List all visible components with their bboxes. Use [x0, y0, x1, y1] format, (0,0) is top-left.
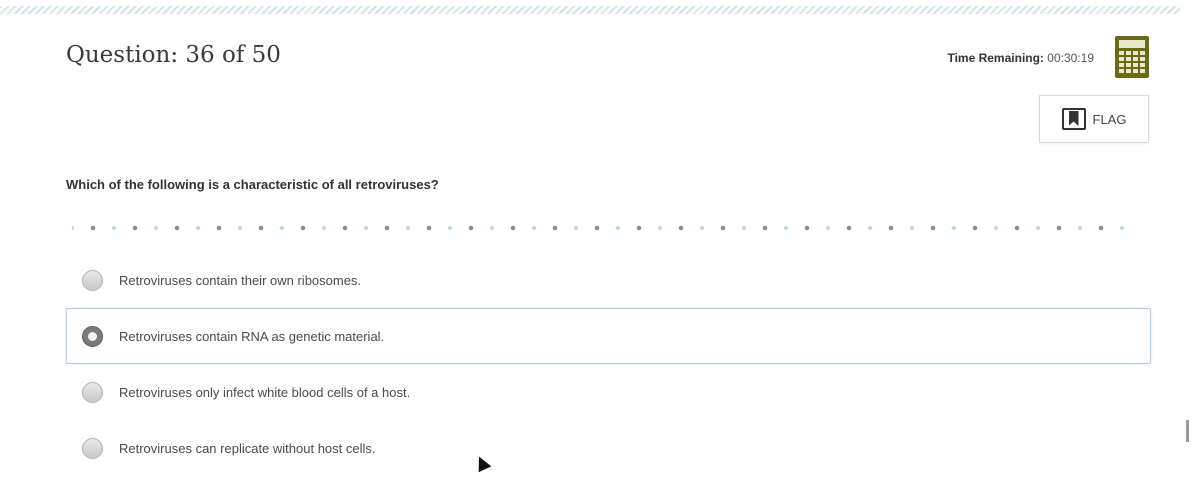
answer-option-label: Retroviruses contain RNA as genetic mate… [119, 328, 385, 344]
flag-label: FLAG [1092, 111, 1127, 127]
dotted-divider [72, 225, 1140, 231]
answer-option-2[interactable]: Retroviruses contain RNA as genetic mate… [66, 308, 1151, 364]
calculator-keys [1119, 51, 1145, 73]
radio-button[interactable] [82, 381, 103, 403]
answer-option-1[interactable]: Retroviruses contain their own ribosomes… [66, 252, 1151, 308]
question-counter: Question: 36 of 50 [66, 42, 281, 68]
answer-option-label: Retroviruses only infect white blood cel… [119, 384, 411, 400]
time-remaining-label: Time Remaining: [947, 51, 1044, 65]
radio-button-selected[interactable] [82, 325, 103, 347]
question-text: Which of the following is a characterist… [66, 177, 439, 192]
bookmark-flag-icon [1061, 108, 1086, 130]
flag-button[interactable]: FLAG [1039, 95, 1149, 143]
exam-page: Question: 36 of 50 Time Remaining: 00:30… [0, 0, 1192, 499]
scrollbar-edge[interactable] [1186, 420, 1189, 442]
radio-button[interactable] [82, 437, 103, 459]
answer-option-label: Retroviruses can replicate without host … [119, 440, 376, 456]
answer-option-3[interactable]: Retroviruses only infect white blood cel… [66, 364, 1151, 420]
calculator-icon[interactable] [1115, 36, 1149, 78]
radio-button[interactable] [82, 269, 103, 291]
top-decorative-stripe [0, 6, 1180, 14]
time-remaining-value: 00:30:19 [1047, 51, 1094, 65]
calculator-screen [1119, 40, 1145, 48]
answer-option-4[interactable]: Retroviruses can replicate without host … [66, 420, 1151, 476]
answer-option-label: Retroviruses contain their own ribosomes… [119, 272, 362, 288]
time-remaining: Time Remaining: 00:30:19 [947, 51, 1094, 65]
answer-options: Retroviruses contain their own ribosomes… [66, 252, 1151, 476]
